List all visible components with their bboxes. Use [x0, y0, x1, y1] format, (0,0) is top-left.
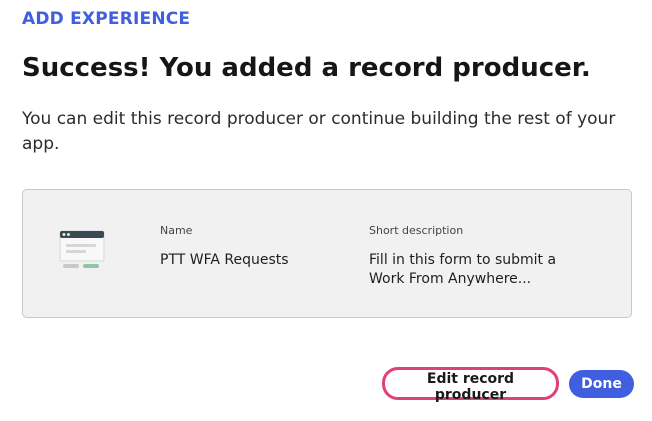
name-value: PTT WFA Requests	[160, 252, 289, 268]
page-title: Success! You added a record producer.	[22, 53, 591, 83]
form-icon	[59, 230, 105, 274]
short-description-value: Fill in this form to submit a Work From …	[369, 252, 557, 287]
short-description-label: Short description	[369, 224, 464, 237]
edit-record-producer-button[interactable]: Edit record producer	[382, 367, 559, 403]
name-label: Name	[160, 224, 193, 237]
page-description: You can edit this record producer or con…	[22, 109, 616, 154]
done-button[interactable]: Done	[569, 370, 634, 398]
name-column: Name PTT WFA Requests	[160, 224, 289, 270]
eyebrow-label: ADD EXPERIENCE	[22, 9, 191, 29]
record-producer-card: Name PTT WFA Requests Short description …	[22, 189, 632, 318]
short-description-column: Short description Fill in this form to s…	[369, 224, 579, 289]
